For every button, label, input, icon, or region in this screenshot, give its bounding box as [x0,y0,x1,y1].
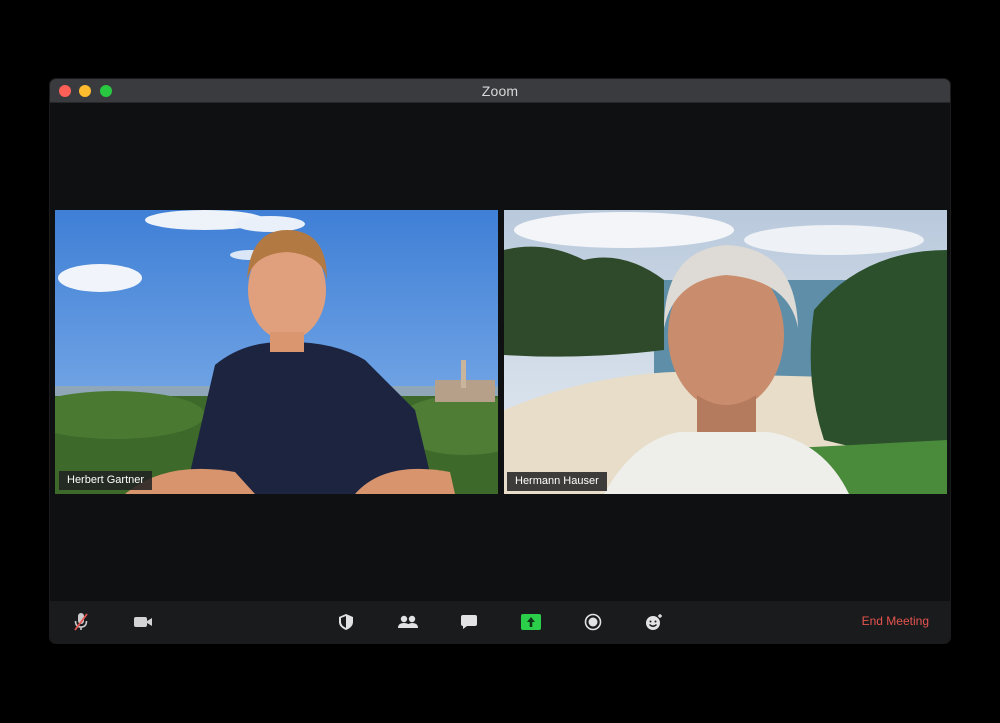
participant-video-tile[interactable]: Hermann Hauser [504,210,947,494]
record-icon [584,613,602,631]
end-meeting-button[interactable]: End Meeting [862,614,929,628]
video-button[interactable] [130,601,156,643]
shield-icon [339,614,353,630]
window-title: Zoom [481,83,519,99]
chat-icon [461,615,477,629]
reactions-icon [646,614,662,630]
participants-icon [398,615,418,628]
participant-video-feed [55,210,498,494]
mute-button[interactable] [68,601,94,643]
share-screen-icon [521,614,541,630]
record-button[interactable] [580,601,606,643]
security-button[interactable] [333,601,359,643]
participant-name-label: Hermann Hauser [507,472,607,491]
participant-video-tile[interactable]: Herbert Gartner [55,210,498,494]
zoom-window: Zoom Herbert Gartner Hermann Hauser End … [50,79,950,643]
reactions-button[interactable] [641,601,667,643]
share-screen-button[interactable] [518,601,544,643]
participant-name-label: Herbert Gartner [59,471,153,490]
microphone-muted-icon [74,613,88,631]
chat-button[interactable] [456,601,482,643]
participant-video-feed [504,210,947,494]
meeting-toolbar: End Meeting [50,601,950,643]
participants-button[interactable] [394,601,422,643]
video-camera-icon [134,617,152,627]
title-bar: Zoom [50,79,950,103]
